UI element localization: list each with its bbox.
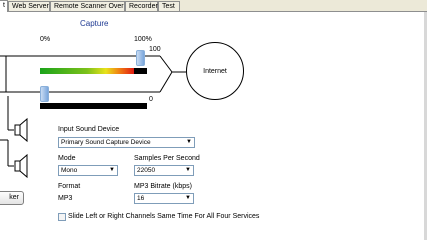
chevron-down-icon: ▼ [109,167,115,173]
format-value: MP3 [58,195,73,202]
mode-value: Mono [61,167,78,174]
capture-level-meter [40,68,147,74]
internet-label: Internet [203,68,227,75]
meter-fill [40,68,135,74]
level-top-label: 100 [149,46,161,53]
input-device-select[interactable]: Primary Sound Capture Device ▼ [58,137,195,148]
mode-label: Mode [58,155,76,162]
chevron-down-icon: ▼ [185,167,191,173]
speaker-icon [14,153,28,179]
capture-title: Capture [80,19,109,28]
capture-level-slider[interactable] [136,50,145,66]
signal-diagram [0,55,186,179]
scale-max-label: 100% [134,36,152,43]
level-bottom-label: 0 [149,96,153,103]
input-device-value: Primary Sound Capture Device [61,139,151,146]
chevron-down-icon: ▼ [185,195,191,201]
scale-min-label: 0% [40,36,51,43]
bitrate-label: MP3 Bitrate (kbps) [134,183,192,190]
mode-select[interactable]: Mono ▼ [58,165,118,176]
slide-channels-label: Slide Left or Right Channels Same Time F… [68,213,260,220]
bitrate-value: 16 [137,195,145,202]
slide-channels-checkbox[interactable] [58,213,66,221]
speaker-icon [14,117,28,143]
format-label: Format [58,183,81,190]
samples-select[interactable]: 22050 ▼ [134,165,194,176]
input-device-label: Input Sound Device [58,126,120,133]
bitrate-select[interactable]: 16 ▼ [134,193,194,204]
samples-label: Samples Per Second [134,155,200,162]
output-level-meter [40,103,147,109]
speaker-button[interactable]: ker [0,191,24,205]
chevron-down-icon: ▼ [186,139,192,145]
output-level-slider[interactable] [40,86,49,102]
samples-value: 22050 [137,167,156,174]
